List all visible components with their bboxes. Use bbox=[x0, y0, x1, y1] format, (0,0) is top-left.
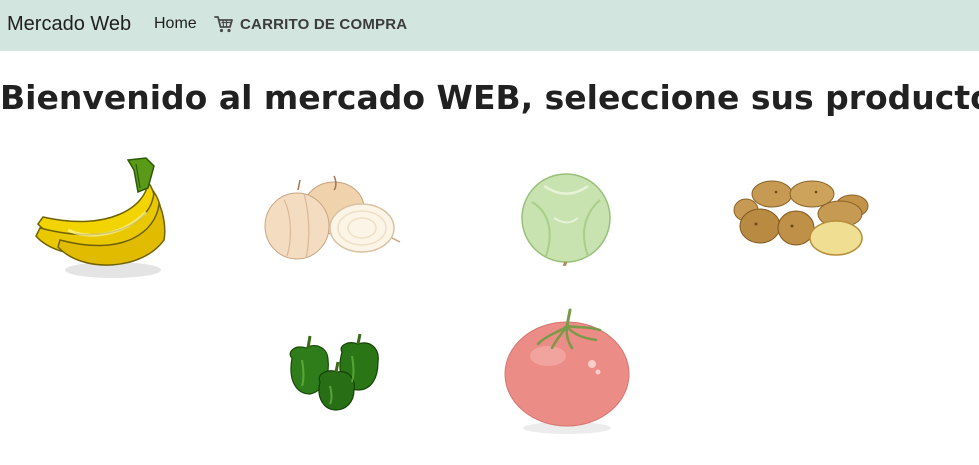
nav-home-link[interactable]: Home bbox=[154, 15, 197, 33]
nav-cart-link[interactable]: CARRITO DE COMPRA bbox=[214, 14, 407, 34]
brand-link[interactable]: Mercado Web bbox=[7, 13, 131, 36]
product-banana[interactable] bbox=[28, 152, 168, 284]
product-lettuce[interactable] bbox=[514, 172, 618, 266]
tomato-image bbox=[504, 308, 630, 434]
navbar: Mercado Web Home CARRITO DE COMPRA bbox=[0, 0, 979, 51]
cart-label: CARRITO DE COMPRA bbox=[240, 15, 408, 33]
shopping-cart-icon bbox=[214, 14, 234, 34]
lettuce-image bbox=[521, 173, 611, 266]
product-onion[interactable] bbox=[262, 170, 402, 266]
banana-image bbox=[35, 157, 166, 278]
page-title: Bienvenido al mercado WEB, seleccione su… bbox=[0, 78, 979, 117]
product-tomato[interactable] bbox=[500, 304, 634, 438]
product-green-pepper[interactable] bbox=[282, 322, 402, 414]
product-potato[interactable] bbox=[732, 176, 872, 260]
potato-image bbox=[733, 180, 869, 256]
green-pepper-image bbox=[289, 333, 379, 411]
onion-image bbox=[264, 175, 401, 260]
